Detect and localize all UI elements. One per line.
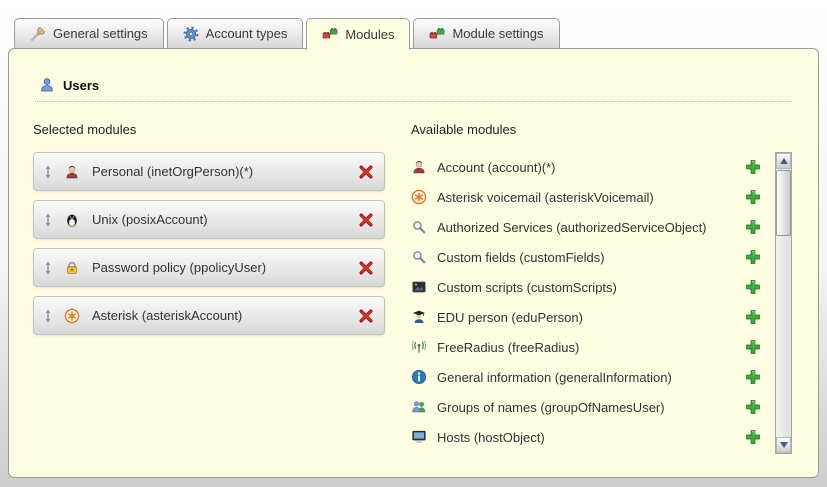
computer-icon [411,429,427,445]
available-module-label: EDU person (eduPerson) [437,310,745,325]
add-icon[interactable] [745,369,761,385]
drag-handle-icon[interactable] [42,213,54,227]
picture-icon [411,279,427,295]
tab-account-types[interactable]: Account types [167,18,304,49]
available-module-label: Custom fields (customFields) [437,250,745,265]
available-module-label: Hosts (hostObject) [437,430,745,445]
asterisk-icon [411,189,427,205]
gear-icon [183,26,199,42]
delete-icon[interactable] [358,308,374,324]
available-module-row: Account (account)(*) [411,152,769,182]
scrollbar-track[interactable] [776,237,791,437]
selected-module-row: Personal (inetOrgPerson)(*) [33,152,385,191]
available-module-label: Groups of names (groupOfNamesUser) [437,400,745,415]
users-section-header: Users [35,77,792,102]
scrollbar[interactable] [775,152,792,454]
available-module-label: General information (generalInformation) [437,370,745,385]
scroll-up-button[interactable] [776,153,791,169]
modules-icon [429,26,445,42]
section-title: Users [63,78,99,93]
drag-handle-icon[interactable] [42,165,54,179]
tab-label: Module settings [452,26,543,41]
available-module-row: Asterisk voicemail (asteriskVoicemail) [411,182,769,212]
add-icon[interactable] [745,189,761,205]
tab-label: Account types [206,26,288,41]
add-icon[interactable] [745,399,761,415]
delete-icon[interactable] [358,212,374,228]
graduate-icon [411,309,427,325]
selected-module-row: Asterisk (asteriskAccount) [33,296,385,335]
person-icon [411,159,427,175]
asterisk-icon [64,308,80,324]
tab-bar: General settings Account types Modules M… [14,18,819,49]
add-icon[interactable] [745,219,761,235]
arrow-up-icon [780,158,788,164]
selected-module-label: Asterisk (asteriskAccount) [92,308,358,323]
scrollbar-thumb[interactable] [776,170,791,236]
selected-module-label: Personal (inetOrgPerson)(*) [92,164,358,179]
available-modules-title: Available modules [411,122,792,137]
selected-module-row: Password policy (ppolicyUser) [33,248,385,287]
selected-modules-column: Selected modules Personal (inetOrgPerson… [33,122,385,454]
drag-handle-icon[interactable] [42,309,54,323]
available-module-label: Authorized Services (authorizedServiceOb… [437,220,745,235]
add-icon[interactable] [745,279,761,295]
modules-icon [322,26,338,42]
magnifier-icon [411,249,427,265]
tools-icon [30,26,46,42]
add-icon[interactable] [745,159,761,175]
available-module-row: Groups of names (groupOfNamesUser) [411,392,769,422]
selected-module-row: Unix (posixAccount) [33,200,385,239]
available-module-row: General information (generalInformation) [411,362,769,392]
tab-general-settings[interactable]: General settings [14,18,164,49]
delete-icon[interactable] [358,260,374,276]
drag-handle-icon[interactable] [42,261,54,275]
selected-modules-list: Personal (inetOrgPerson)(*) Unix (posixA… [33,152,385,335]
lam-configuration-page: General settings Account types Modules M… [0,0,827,487]
tab-label: General settings [53,26,148,41]
modules-panel: Users Selected modules Personal (inetOrg… [8,48,819,478]
magnifier-icon [411,219,427,235]
add-icon[interactable] [745,309,761,325]
selected-modules-title: Selected modules [33,122,385,137]
available-modules-column: Available modules Account (account)(*) A… [411,122,792,454]
available-module-label: Asterisk voicemail (asteriskVoicemail) [437,190,745,205]
add-icon[interactable] [745,429,761,445]
available-module-label: Account (account)(*) [437,160,745,175]
delete-icon[interactable] [358,164,374,180]
user-icon [39,77,55,93]
scroll-down-button[interactable] [776,437,791,453]
tux-icon [64,212,80,228]
available-module-row: Authorized Services (authorizedServiceOb… [411,212,769,242]
module-columns: Selected modules Personal (inetOrgPerson… [33,122,792,454]
antenna-icon [411,339,427,355]
arrow-down-icon [780,442,788,448]
person-icon [64,164,80,180]
available-module-row: EDU person (eduPerson) [411,302,769,332]
tab-module-settings[interactable]: Module settings [413,18,559,49]
selected-module-label: Password policy (ppolicyUser) [92,260,358,275]
add-icon[interactable] [745,339,761,355]
available-module-row: Custom scripts (customScripts) [411,272,769,302]
selected-module-label: Unix (posixAccount) [92,212,358,227]
group-icon [411,399,427,415]
available-module-label: Custom scripts (customScripts) [437,280,745,295]
info-icon [411,369,427,385]
available-module-row: Hosts (hostObject) [411,422,769,452]
available-module-row: FreeRadius (freeRadius) [411,332,769,362]
add-icon[interactable] [745,249,761,265]
lock-icon [64,260,80,276]
available-module-label: FreeRadius (freeRadius) [437,340,745,355]
available-module-row: Custom fields (customFields) [411,242,769,272]
tab-modules[interactable]: Modules [306,18,410,50]
tab-label: Modules [345,27,394,42]
available-modules-list: Account (account)(*) Asterisk voicemail … [411,152,769,452]
